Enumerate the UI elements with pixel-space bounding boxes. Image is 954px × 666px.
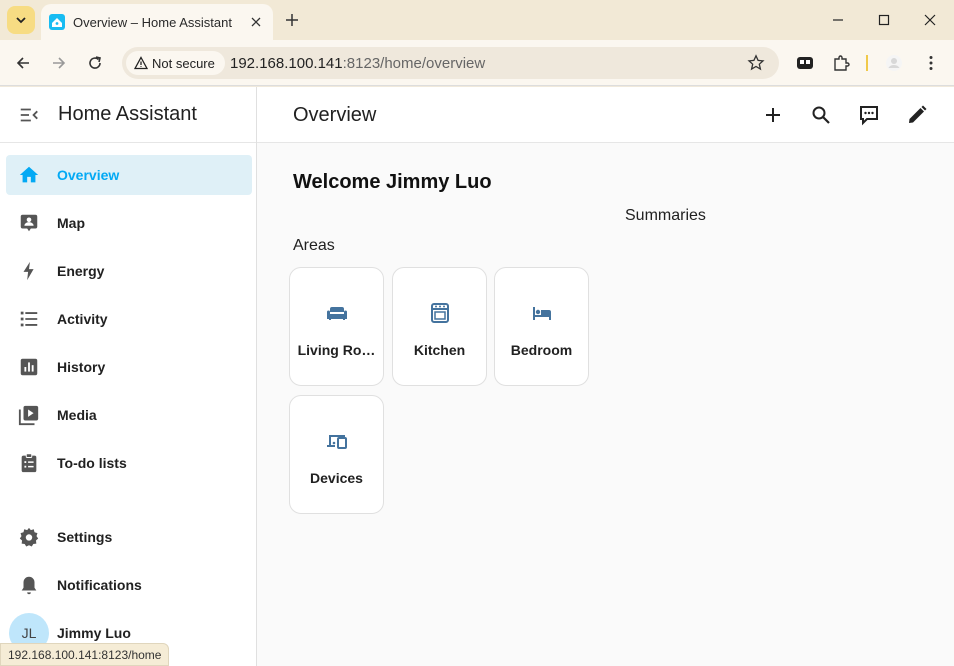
sidebar: Home Assistant Overview Map Energy Activ… [0,87,257,666]
back-button[interactable] [11,51,35,75]
maximize-button[interactable] [872,8,896,32]
main-header: Overview [257,87,954,143]
area-card-living-room[interactable]: Living Ro… [289,267,384,386]
bell-icon [17,573,41,597]
extension-button[interactable] [795,53,815,73]
security-label: Not secure [152,55,215,71]
security-chip[interactable]: Not secure [126,51,225,75]
sidebar-item-notifications[interactable]: Notifications [6,565,252,605]
main-content: Overview Welcome Jimmy Luo Summaries Are… [257,87,954,666]
area-label: Living Ro… [297,342,376,358]
sidebar-item-label: To-do lists [57,455,127,471]
chevron-down-icon [16,17,26,24]
minimize-icon [833,19,843,21]
url-path: :8123/home/overview [342,55,486,72]
gear-icon [17,525,41,549]
sidebar-item-energy[interactable]: Energy [6,251,252,291]
extension-app-icon [797,57,813,69]
area-card-kitchen[interactable]: Kitchen [392,267,487,386]
new-tab-button[interactable] [281,9,303,31]
close-tab-button[interactable] [247,13,265,31]
assist-button[interactable] [857,103,881,127]
address-bar[interactable]: Not secure 192.168.100.141:8123/home/ove… [122,47,779,79]
extensions-button[interactable] [831,53,851,73]
sidebar-item-media[interactable]: Media [6,395,252,435]
close-icon [251,17,261,27]
edit-button[interactable] [905,103,929,127]
search-icon [812,106,830,124]
browser-tab[interactable]: Overview – Home Assistant [41,4,273,40]
close-window-button[interactable] [918,8,942,32]
sidebar-header: Home Assistant [0,87,256,143]
forward-button[interactable] [47,51,71,75]
area-card-devices[interactable]: Devices [289,395,384,514]
sidebar-item-todo[interactable]: To-do lists [6,443,252,483]
sidebar-item-map[interactable]: Map [6,203,252,243]
sidebar-item-label: Media [57,407,97,423]
area-card-bedroom[interactable]: Bedroom [494,267,589,386]
search-button[interactable] [809,103,833,127]
arrow-left-icon [16,57,29,69]
bed-icon [495,301,588,325]
sidebar-item-label: Notifications [57,577,142,593]
welcome-heading: Welcome Jimmy Luo [293,171,492,193]
area-label: Kitchen [413,342,466,358]
sofa-icon [290,301,383,325]
summaries-heading: Summaries [625,207,706,224]
sidebar-item-activity[interactable]: Activity [6,299,252,339]
area-label: Devices [310,470,363,486]
reload-icon [89,56,101,69]
devices-icon [290,429,383,453]
sidebar-item-label: Energy [57,263,105,279]
sidebar-item-overview[interactable]: Overview [6,155,252,195]
page-title: Overview [293,104,377,126]
sidebar-item-history[interactable]: History [6,347,252,387]
reload-button[interactable] [83,51,107,75]
lightning-icon [17,259,41,283]
play-box-icon [17,403,41,427]
tab-search-button[interactable] [7,6,35,34]
map-account-icon [17,211,41,235]
profile-button[interactable] [884,53,904,73]
sidebar-title: Home Assistant [58,103,197,125]
home-icon [17,163,41,187]
bookmark-star-icon[interactable] [747,54,765,72]
area-label: Bedroom [510,342,573,358]
puzzle-icon [834,55,850,71]
toolbar-divider [866,55,868,71]
maximize-icon [878,14,890,26]
close-icon [924,14,936,26]
url-text: 192.168.100.141:8123/home/overview [230,55,485,72]
user-name: Jimmy Luo [57,625,131,641]
areas-heading: Areas [293,237,335,254]
sidebar-item-label: Overview [57,167,120,183]
sidebar-item-label: Activity [57,311,108,327]
clipboard-list-icon [17,451,41,475]
arrow-right-icon [53,57,66,69]
home-assistant-favicon-icon [49,14,65,30]
browser-toolbar: Not secure 192.168.100.141:8123/home/ove… [0,40,954,86]
warning-icon [134,56,148,70]
comment-processing-icon [860,106,878,126]
sidebar-item-label: Settings [57,529,113,545]
tab-title: Overview – Home Assistant [73,14,232,30]
plus-icon [766,108,780,122]
sidebar-item-label: Map [57,215,85,231]
more-vert-icon [929,56,933,70]
browser-tabbar: Overview – Home Assistant [0,0,954,40]
sidebar-item-settings[interactable]: Settings [6,517,252,557]
plus-icon [286,14,298,26]
browser-menu-button[interactable] [921,53,941,73]
minimize-button[interactable] [826,8,850,32]
profile-icon [886,55,902,71]
menu-open-icon[interactable] [18,104,40,126]
url-host: 192.168.100.141 [230,55,343,72]
sidebar-item-label: History [57,359,106,375]
chart-box-icon [17,355,41,379]
stove-icon [393,301,486,325]
pencil-icon [909,105,927,123]
status-bar-url: 192.168.100.141:8123/home [0,643,170,666]
list-icon [17,307,41,331]
add-button[interactable] [761,103,785,127]
